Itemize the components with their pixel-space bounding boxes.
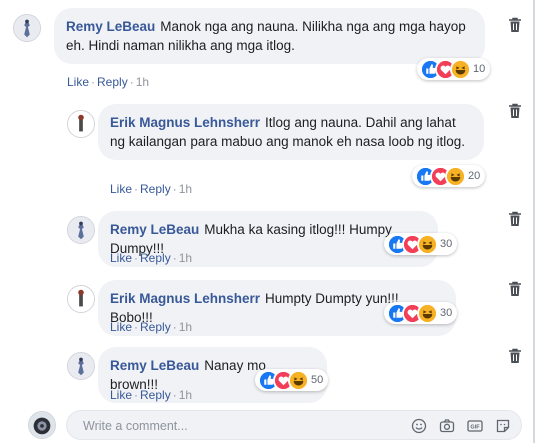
haha-icon	[450, 58, 471, 80]
comment-actions: Like · Reply · 1h	[110, 320, 193, 334]
reaction-summary[interactable]: 10	[417, 58, 491, 80]
haha-icon	[417, 302, 438, 324]
like-link[interactable]: Like	[110, 251, 132, 265]
like-link[interactable]: Like	[110, 320, 132, 334]
emoji-icon[interactable]	[411, 418, 427, 434]
reaction-count: 50	[311, 374, 324, 386]
reply-link[interactable]: Reply	[140, 320, 171, 334]
like-link[interactable]: Like	[110, 388, 132, 402]
reaction-summary[interactable]: 50	[255, 369, 329, 391]
comment-timestamp[interactable]: 1h	[179, 251, 192, 265]
comment-timestamp[interactable]: 1h	[136, 75, 149, 89]
comment-timestamp[interactable]: 1h	[179, 182, 192, 196]
comment-author[interactable]: Remy LeBeau	[110, 222, 199, 237]
comment-author[interactable]: Remy LeBeau	[66, 19, 155, 34]
reaction-summary[interactable]: 30	[384, 302, 458, 324]
avatar[interactable]	[67, 216, 95, 244]
haha-icon	[445, 165, 466, 187]
reaction-count: 30	[440, 307, 453, 319]
comment-timestamp[interactable]: 1h	[179, 320, 192, 334]
reaction-count: 20	[468, 170, 481, 182]
comment-bubble: Erik Magnus Lehnsherr Itlog ang nauna. Da…	[98, 104, 484, 160]
avatar[interactable]	[67, 352, 95, 380]
reply-link[interactable]: Reply	[140, 251, 171, 265]
comment-author[interactable]: Erik Magnus Lehnsherr	[110, 291, 260, 306]
comment-bubble: Remy LeBeau Manok nga ang nauna. Nilikha …	[54, 8, 485, 64]
trash-icon[interactable]	[508, 281, 522, 297]
comment-composer: GIF	[66, 410, 522, 440]
like-link[interactable]: Like	[67, 75, 89, 89]
camera-icon[interactable]	[439, 418, 455, 434]
trash-icon[interactable]	[508, 17, 522, 33]
trash-icon[interactable]	[508, 103, 522, 119]
avatar[interactable]	[67, 110, 95, 138]
current-user-avatar[interactable]	[28, 411, 56, 439]
trash-icon[interactable]	[508, 211, 522, 227]
reply-link[interactable]: Reply	[140, 388, 171, 402]
gif-icon[interactable]: GIF	[467, 418, 483, 434]
comment-actions: Like · Reply · 1h	[67, 75, 150, 89]
haha-icon	[288, 369, 309, 391]
haha-icon	[417, 233, 438, 255]
comment-actions: Like · Reply · 1h	[110, 388, 193, 402]
sticker-icon[interactable]	[495, 418, 511, 434]
avatar[interactable]	[13, 14, 41, 42]
comment-actions: Like · Reply · 1h	[110, 251, 193, 265]
reaction-count: 30	[440, 238, 453, 250]
comment-input[interactable]	[81, 415, 385, 437]
reaction-summary[interactable]: 30	[384, 233, 458, 255]
comment-timestamp[interactable]: 1h	[179, 388, 192, 402]
svg-text:GIF: GIF	[470, 425, 480, 431]
trash-icon[interactable]	[508, 348, 522, 364]
comment-actions: Like · Reply · 1h	[110, 182, 193, 196]
comment-author[interactable]: Remy LeBeau	[110, 358, 199, 373]
comment-author[interactable]: Erik Magnus Lehnsherr	[110, 115, 260, 130]
avatar[interactable]	[67, 285, 95, 313]
reaction-summary[interactable]: 20	[412, 165, 486, 187]
reaction-count: 10	[473, 63, 486, 75]
reply-link[interactable]: Reply	[140, 182, 171, 196]
reply-link[interactable]: Reply	[97, 75, 128, 89]
composer-tools: GIF	[411, 418, 511, 434]
like-link[interactable]: Like	[110, 182, 132, 196]
